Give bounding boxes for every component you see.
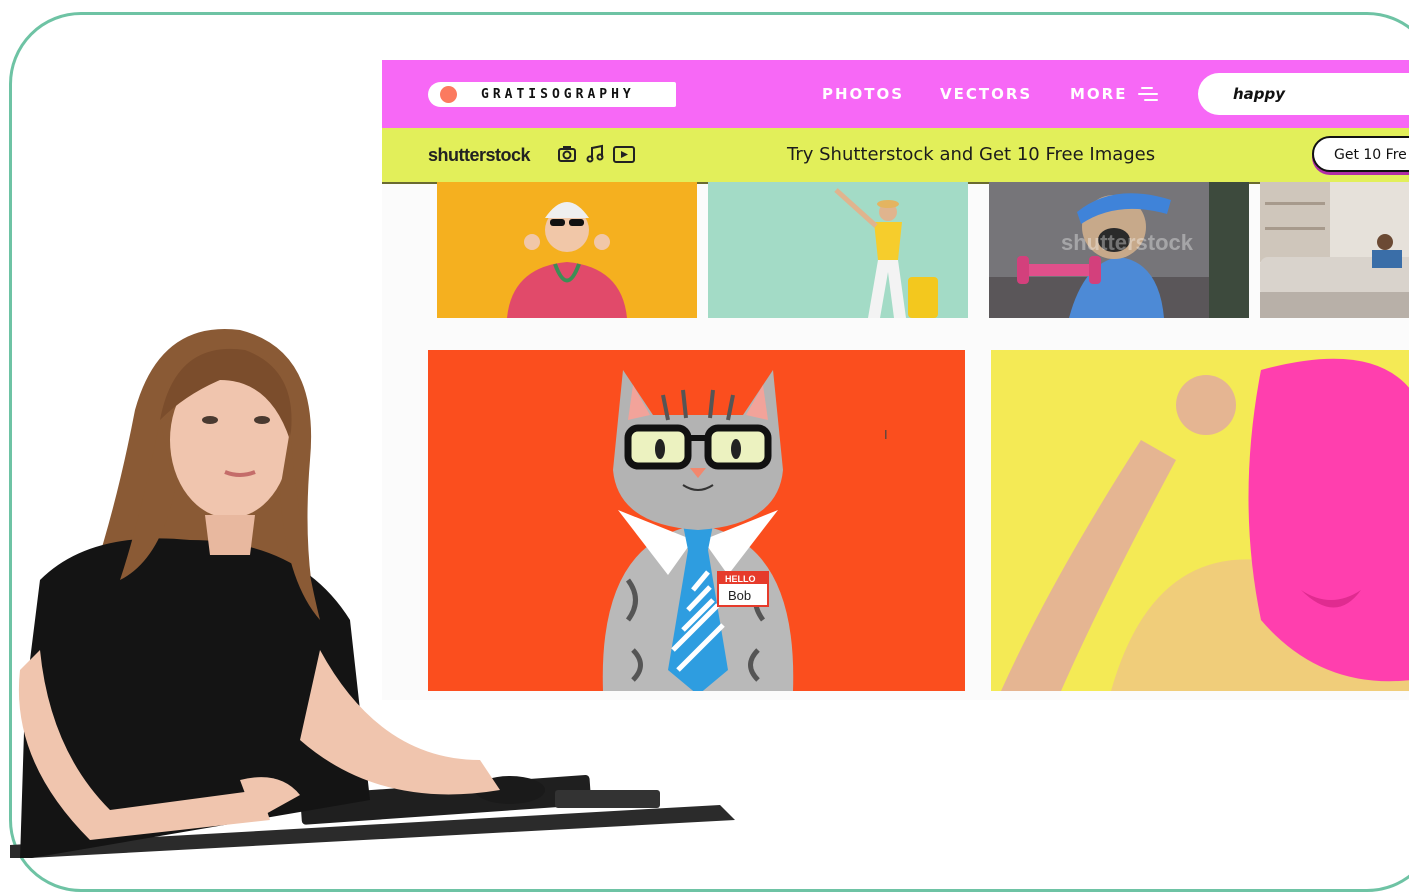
- nav-vectors[interactable]: VECTORS: [940, 85, 1032, 103]
- site-logo[interactable]: GRATISOGRAPHY: [428, 82, 676, 107]
- music-icon: [586, 144, 604, 163]
- presenter-person: [10, 329, 735, 858]
- video-icon: [613, 146, 635, 163]
- photo-living-room[interactable]: [1260, 182, 1409, 318]
- menu-icon[interactable]: [1138, 87, 1158, 101]
- get-free-images-button[interactable]: Get 10 Fre: [1312, 136, 1409, 172]
- logo-text: GRATISOGRAPHY: [481, 87, 635, 102]
- search-input[interactable]: [1198, 73, 1409, 115]
- logo-dot-icon: [440, 86, 457, 103]
- text-cursor-icon: I: [884, 427, 888, 442]
- shutterstock-logo[interactable]: shutterstock: [428, 145, 531, 166]
- photo-pink-mask[interactable]: [991, 350, 1409, 691]
- nav-photos[interactable]: PHOTOS: [822, 85, 904, 103]
- promo-banner: shutterstock Try Shutterstock and Get 10…: [382, 128, 1409, 184]
- top-navigation: GRATISOGRAPHY PHOTOS VECTORS MORE: [382, 60, 1409, 128]
- watermark-text: shutterstock: [1061, 230, 1194, 255]
- nav-more[interactable]: MORE: [1070, 85, 1127, 103]
- media-icons: [557, 144, 635, 164]
- camera-icon: [558, 146, 576, 162]
- promo-text: Try Shutterstock and Get 10 Free Images: [787, 144, 1156, 165]
- photo-grandma-sunglasses[interactable]: [437, 182, 697, 318]
- photo-man-suitcase[interactable]: [708, 182, 968, 318]
- photo-pug-dumbbell[interactable]: shutterstock: [989, 182, 1249, 318]
